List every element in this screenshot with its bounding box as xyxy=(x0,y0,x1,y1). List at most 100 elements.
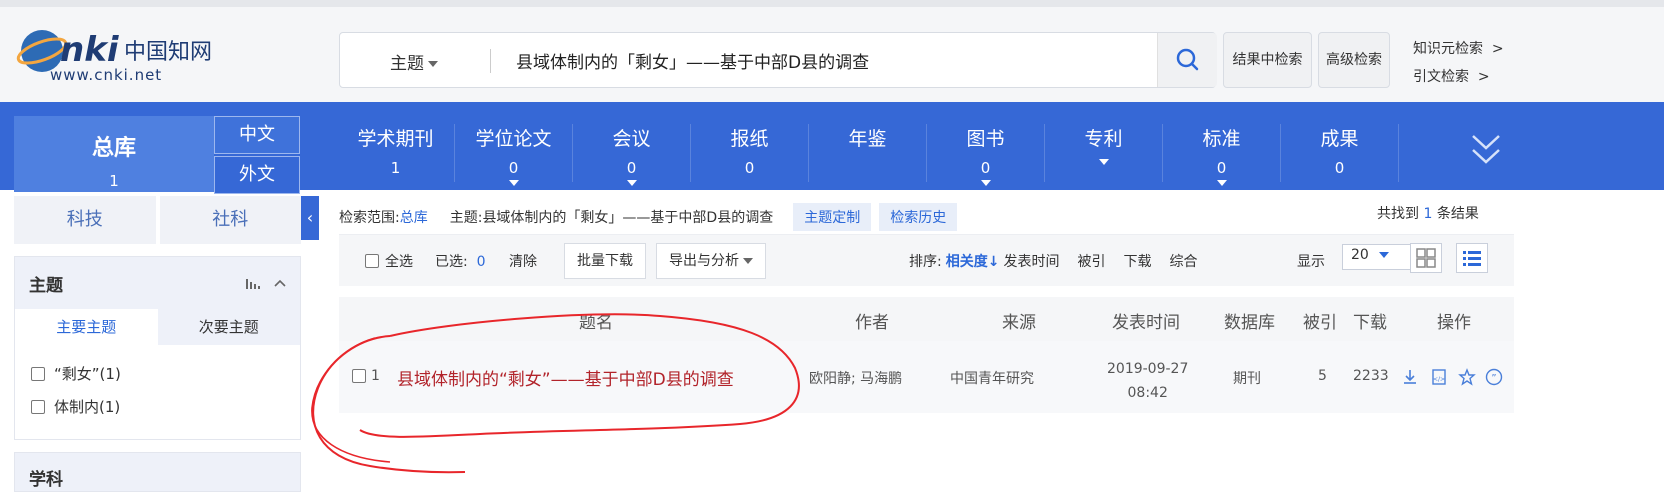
chevron-up-icon[interactable] xyxy=(274,279,286,287)
chevron-left-icon: ‹ xyxy=(306,208,314,227)
tab-db-2[interactable]: 学位论文 0 xyxy=(455,124,573,186)
expand-more-icon[interactable] xyxy=(1470,132,1502,168)
tab-minor-topic[interactable]: 次要主题 xyxy=(157,309,300,345)
tab-label: 学术期刊 xyxy=(357,128,434,150)
tab-count: 0 xyxy=(980,159,991,177)
grid-view-button[interactable] xyxy=(1410,243,1442,273)
caret-down-icon xyxy=(743,258,753,264)
tab-count: 1 xyxy=(390,159,401,177)
favorite-star-icon[interactable] xyxy=(1458,368,1476,386)
col-downloads: 下载 xyxy=(1353,313,1387,333)
tab-db-6[interactable]: 图书 0 xyxy=(927,124,1045,186)
sort-relevance[interactable]: 相关度↓ xyxy=(946,251,1000,271)
result-authors[interactable]: 欧阳静; 马海鹏 xyxy=(809,368,902,388)
batch-download-button[interactable]: 批量下载 xyxy=(564,243,646,279)
facet-header[interactable]: 主题 xyxy=(15,257,300,309)
svg-text:中国知网: 中国知网 xyxy=(124,40,212,65)
checkbox[interactable] xyxy=(31,366,45,381)
citation-search-link[interactable]: 引文检索 > xyxy=(1413,63,1504,91)
tab-db-8[interactable]: 标准 0 xyxy=(1163,124,1281,186)
search-field-select[interactable]: 主题 xyxy=(390,49,438,74)
search-icon xyxy=(1176,48,1199,71)
tab-major-topic[interactable]: 主要主题 xyxy=(15,309,158,345)
sort-options: 排序: 相关度↓ 发表时间 被引 下载 综合 xyxy=(909,251,1197,271)
page-size-select[interactable]: 20 xyxy=(1342,244,1414,270)
search-box[interactable]: 主题 县域体制内的「剩女」——基于中部D县的调查 xyxy=(339,32,1217,88)
table-row: 1 县域体制内的“剩女”——基于中部D县的调查 欧阳静; 马海鹏 中国青年研究 … xyxy=(339,341,1514,413)
facet-item-label: “剩女”(1) xyxy=(54,365,121,383)
display-label: 显示 xyxy=(1297,254,1325,270)
top-bar: nki 中国知网 www.cnki.net 主题 县域体制内的「剩女」——基于中… xyxy=(0,0,1664,102)
topic-custom-button[interactable]: 主题定制 xyxy=(793,203,872,231)
col-source: 来源 xyxy=(1002,313,1036,333)
caret-down-icon[interactable] xyxy=(1216,180,1227,186)
grid-view-icon xyxy=(1416,248,1436,268)
sort-cited[interactable]: 被引 xyxy=(1077,251,1105,271)
lang-chinese-tab[interactable]: 中文 xyxy=(214,116,300,154)
caret-down-icon[interactable] xyxy=(508,180,519,186)
search-input[interactable]: 县域体制内的「剩女」——基于中部D县的调查 xyxy=(516,48,869,73)
result-source[interactable]: 中国青年研究 xyxy=(950,368,1034,388)
checkbox[interactable] xyxy=(31,399,45,414)
result-search-button[interactable]: 结果中检索 xyxy=(1223,32,1312,88)
tab-label: 图书 xyxy=(966,128,1005,150)
facet-item[interactable]: 体制内(1) xyxy=(31,390,284,423)
sort-date[interactable]: 发表时间 xyxy=(1003,251,1059,271)
facet-item[interactable]: “剩女”(1) xyxy=(31,357,284,390)
advanced-search-button[interactable]: 高级检索 xyxy=(1318,32,1390,88)
topic-value: 县域体制内的「剩女」——基于中部D县的调查 xyxy=(482,210,774,226)
svg-text:</>: </> xyxy=(1433,376,1445,383)
sort-download[interactable]: 下载 xyxy=(1123,251,1151,271)
result-database: 期刊 xyxy=(1233,371,1261,387)
chevron-right-icon: > xyxy=(1477,69,1490,85)
sort-combined[interactable]: 综合 xyxy=(1169,251,1197,271)
checkbox[interactable] xyxy=(365,254,379,268)
collapse-sidebar-button[interactable]: ‹ xyxy=(301,196,319,240)
sort-label: 排序: xyxy=(909,254,942,270)
html-read-icon[interactable]: </> xyxy=(1430,368,1448,386)
tab-db-5[interactable]: 年鉴 xyxy=(809,124,927,182)
list-view-button[interactable] xyxy=(1456,243,1488,273)
download-icon[interactable] xyxy=(1401,368,1419,386)
tab-social-science[interactable]: 社科 xyxy=(159,196,301,244)
result-title-link[interactable]: 县域体制内的“剩女”——基于中部D县的调查 xyxy=(397,365,734,390)
search-button[interactable] xyxy=(1157,33,1217,87)
facet-title: 学科 xyxy=(29,470,63,490)
subject-facet-header[interactable]: 学科 xyxy=(14,452,301,492)
knowledge-search-link[interactable]: 知识元检索 > xyxy=(1413,35,1504,63)
tab-total-library[interactable]: 总库 1 xyxy=(14,116,214,192)
bar-chart-icon[interactable] xyxy=(246,277,260,289)
cnki-logo[interactable]: nki 中国知网 www.cnki.net xyxy=(16,25,246,87)
result-count: 共找到 1 条结果 xyxy=(1377,206,1479,222)
caret-down-icon[interactable] xyxy=(980,180,991,186)
result-cited: 5 xyxy=(1318,368,1327,384)
checkbox[interactable] xyxy=(352,369,366,383)
tab-label: 成果 xyxy=(1320,128,1359,150)
tab-science[interactable]: 科技 xyxy=(14,196,156,244)
quote-icon[interactable]: ” xyxy=(1485,368,1503,386)
row-select[interactable]: 1 xyxy=(352,368,380,384)
tab-count: 0 xyxy=(1334,159,1345,177)
svg-text:www.cnki.net: www.cnki.net xyxy=(50,66,162,84)
tab-db-9[interactable]: 成果 0 xyxy=(1281,124,1399,182)
caret-down-icon[interactable] xyxy=(1098,159,1109,165)
caret-down-icon[interactable] xyxy=(626,180,637,186)
lang-foreign-tab[interactable]: 外文 xyxy=(214,156,300,194)
col-database: 数据库 xyxy=(1224,313,1275,333)
facet-title: 主题 xyxy=(29,275,63,296)
list-view-icon xyxy=(1463,251,1481,266)
tab-db-4[interactable]: 报纸 0 xyxy=(691,124,809,182)
chevron-right-icon: > xyxy=(1491,41,1504,57)
tab-db-3[interactable]: 会议 0 xyxy=(573,124,691,186)
search-scope: 检索范围: 总库 主题: 县域体制内的「剩女」——基于中部D县的调查 主题定制 … xyxy=(339,203,958,231)
svg-text:”: ” xyxy=(1491,373,1496,384)
export-analysis-dropdown[interactable]: 导出与分析 xyxy=(656,243,766,279)
clear-button[interactable]: 清除 xyxy=(509,251,537,271)
tab-label: 报纸 xyxy=(730,128,769,150)
tab-db-1[interactable]: 学术期刊 1 xyxy=(337,124,455,182)
tab-db-7[interactable]: 专利 xyxy=(1045,124,1163,182)
select-all[interactable]: 全选 xyxy=(365,251,413,271)
scope-value[interactable]: 总库 xyxy=(400,207,428,227)
search-history-button[interactable]: 检索历史 xyxy=(879,203,958,231)
scope-label: 检索范围: xyxy=(339,210,400,226)
